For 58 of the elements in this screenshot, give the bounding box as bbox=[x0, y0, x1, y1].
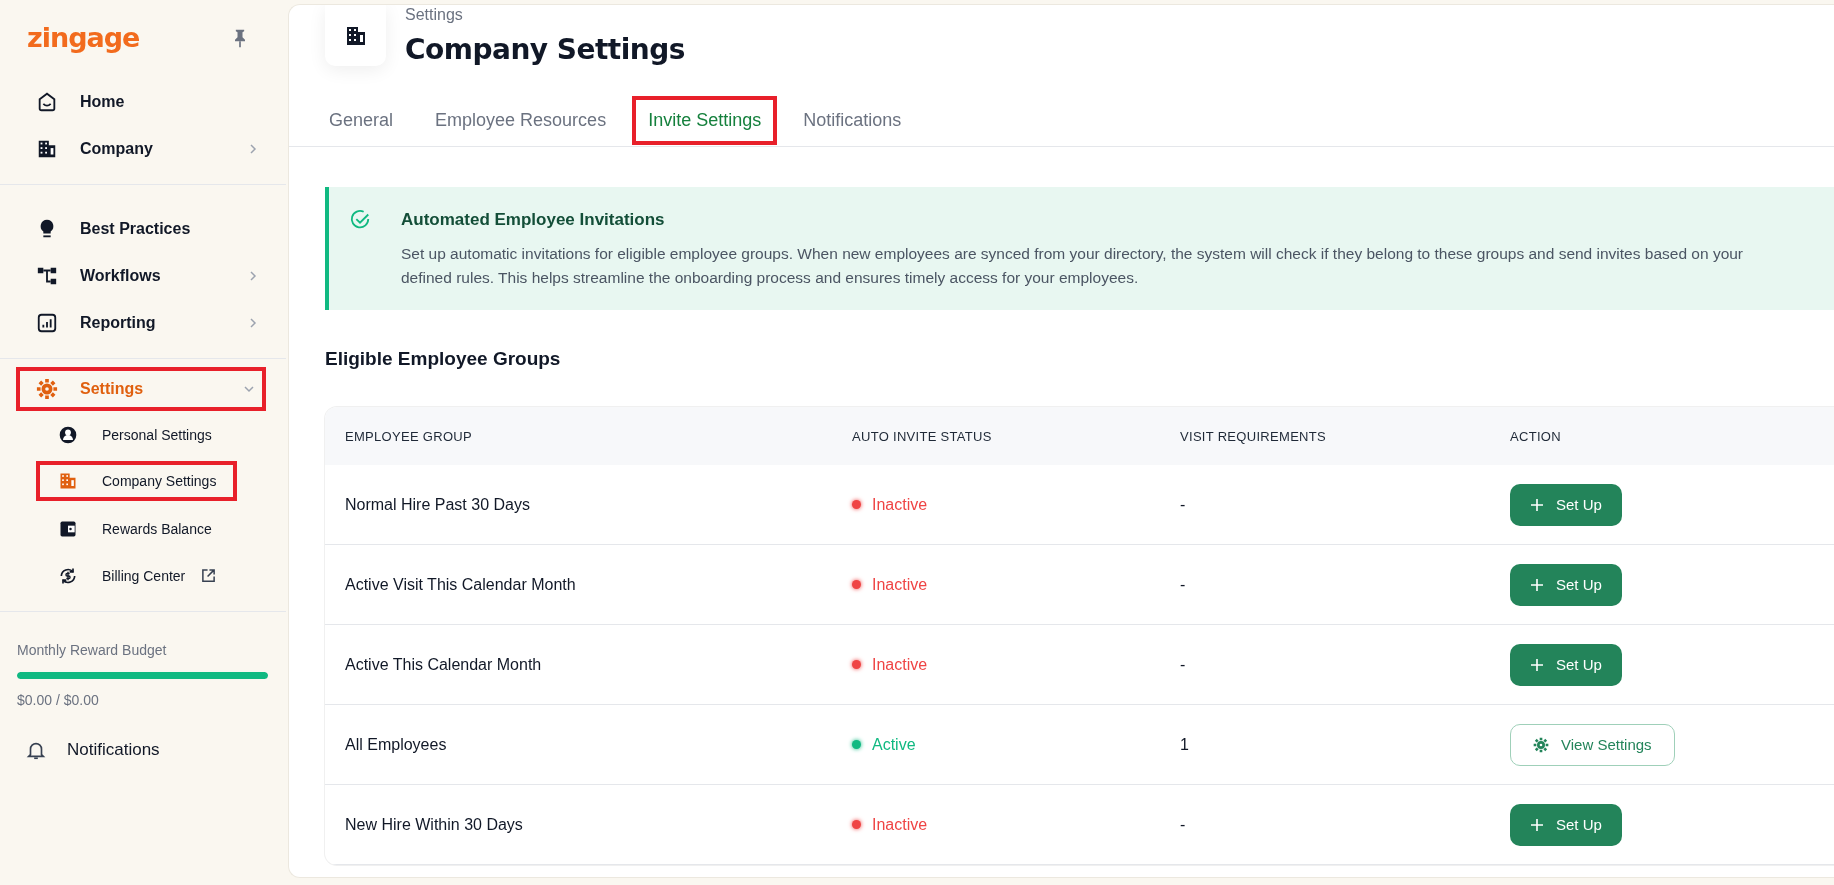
sidebar-subitem[interactable]: Billing Center bbox=[0, 552, 286, 599]
external-link-icon bbox=[201, 568, 217, 583]
banner-text: Set up automatic invitations for eligible employee groups. When new employees are synced from your directory, the system will check if they belong to these groups and send invites based on your defined rules. This helps streamline the onboarding process and ensures timely access for your employees. bbox=[401, 244, 1745, 288]
plus-icon bbox=[1530, 817, 1544, 832]
tab[interactable]: Invite Settings bbox=[632, 95, 778, 145]
set-up-button[interactable]: Set Up bbox=[1510, 483, 1622, 526]
plus-icon bbox=[1530, 657, 1544, 672]
logo: zingage bbox=[27, 22, 140, 53]
page-title: Company Settings bbox=[405, 33, 685, 66]
tab[interactable]: Notifications bbox=[787, 95, 918, 145]
table-cell-text: Active Visit This Calendar Month bbox=[345, 575, 577, 594]
status-text: Inactive bbox=[872, 815, 928, 834]
user-icon bbox=[58, 424, 78, 445]
column-header: EMPLOYEE GROUP bbox=[345, 428, 473, 444]
notifications-link[interactable]: Notifications bbox=[17, 738, 268, 762]
sidebar-item[interactable]: Company bbox=[0, 125, 286, 172]
table-cell-text: - bbox=[1180, 575, 1187, 594]
sidebar-subitem[interactable]: Company Settings bbox=[36, 461, 237, 501]
table-cell-text: - bbox=[1180, 495, 1187, 514]
chart-icon bbox=[36, 311, 58, 334]
sidebar-subitem[interactable]: Personal Settings bbox=[0, 411, 286, 458]
check-circle-icon bbox=[349, 209, 371, 231]
status-text: Inactive bbox=[872, 655, 928, 674]
section-title: Eligible Employee Groups bbox=[325, 348, 562, 370]
status-text: Inactive bbox=[872, 495, 928, 514]
sidebar-item[interactable]: Best Practices bbox=[0, 205, 286, 252]
sidebar-subitem[interactable]: Rewards Balance bbox=[0, 505, 286, 552]
column-header: VISIT REQUIREMENTS bbox=[1180, 428, 1327, 444]
budget-label: Monthly Reward Budget bbox=[17, 642, 168, 658]
building-icon bbox=[58, 471, 78, 491]
tab[interactable]: General bbox=[313, 95, 410, 145]
sidebar-item[interactable]: Workflows bbox=[0, 252, 286, 299]
set-up-button[interactable]: Set Up bbox=[1510, 563, 1622, 606]
table-cell-text: All Employees bbox=[345, 735, 448, 754]
column-header: ACTION bbox=[1510, 428, 1562, 444]
table-cell-text: Normal Hire Past 30 Days bbox=[345, 495, 531, 514]
sidebar-item[interactable]: Reporting bbox=[0, 299, 286, 346]
status-text: Inactive bbox=[872, 575, 928, 594]
settings-icon bbox=[1533, 736, 1549, 753]
status-text: Active bbox=[872, 735, 916, 754]
set-up-button[interactable]: Set Up bbox=[1510, 803, 1622, 846]
tab[interactable]: Employee Resources bbox=[419, 95, 623, 145]
plus-icon bbox=[1530, 497, 1544, 512]
home-icon bbox=[36, 90, 58, 113]
set-up-button[interactable]: Set Up bbox=[1510, 643, 1622, 686]
banner-title: Automated Employee Invitations bbox=[401, 210, 666, 230]
column-header: AUTO INVITE STATUS bbox=[852, 428, 993, 444]
budget-amount: $0.00 / $0.00 bbox=[17, 692, 100, 708]
table-cell-text: Active This Calendar Month bbox=[345, 655, 543, 674]
table-cell-text: - bbox=[1180, 815, 1187, 834]
settings-icon bbox=[36, 378, 58, 400]
plus-icon bbox=[1530, 577, 1544, 592]
table-cell-text: New Hire Within 30 Days bbox=[345, 815, 524, 834]
view-settings-button[interactable]: View Settings bbox=[1510, 723, 1675, 766]
sidebar-item[interactable]: Home bbox=[0, 78, 286, 125]
table-cell-text: 1 bbox=[1180, 735, 1190, 754]
breadcrumb: Settings bbox=[405, 6, 464, 24]
table-cell-text: - bbox=[1180, 655, 1187, 674]
